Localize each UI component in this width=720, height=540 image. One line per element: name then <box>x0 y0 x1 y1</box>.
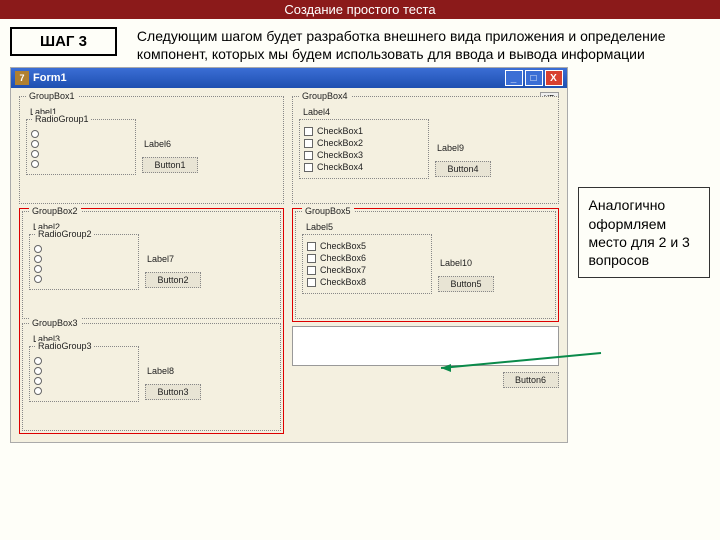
radio-option[interactable] <box>34 255 134 263</box>
radio-option[interactable] <box>31 140 131 148</box>
radio-icon <box>34 255 42 263</box>
radio-option[interactable] <box>34 245 134 253</box>
checkbox8[interactable]: CheckBox8 <box>307 277 427 287</box>
radiogroup2[interactable]: RadioGroup2 <box>29 234 139 290</box>
left-column: GroupBox1 Label1 RadioGroup1 L <box>19 96 284 434</box>
groupbox4-caption: GroupBox4 <box>299 91 351 101</box>
maximize-button[interactable]: □ <box>525 70 543 86</box>
checkbox-icon <box>304 163 313 172</box>
checkbox3[interactable]: CheckBox3 <box>304 150 424 160</box>
checkbox6[interactable]: CheckBox6 <box>307 253 427 263</box>
checkbox-list-4: CheckBox1 CheckBox2 CheckBox3 CheckBox4 <box>299 119 429 179</box>
checkbox7[interactable]: CheckBox7 <box>307 265 427 275</box>
label8: Label8 <box>145 364 176 378</box>
radio-icon <box>34 245 42 253</box>
form-body: GroupBox1 Label1 RadioGroup1 L <box>11 88 567 442</box>
radio-icon <box>34 377 42 385</box>
label6: Label6 <box>142 137 173 151</box>
groupbox5-caption: GroupBox5 <box>302 206 354 216</box>
groupbox1-caption: GroupBox1 <box>26 91 78 101</box>
radiogroup2-caption: RadioGroup2 <box>36 229 94 239</box>
radiogroup3[interactable]: RadioGroup3 <box>29 346 139 402</box>
radio-icon <box>31 160 39 168</box>
button4[interactable]: Button4 <box>435 161 491 177</box>
groupbox3-caption: GroupBox3 <box>29 318 81 328</box>
label10: Label10 <box>438 256 474 270</box>
app-icon: 7 <box>15 71 29 85</box>
checkbox5[interactable]: CheckBox5 <box>307 241 427 251</box>
radiogroup1-caption: RadioGroup1 <box>33 114 91 124</box>
groupbox2[interactable]: GroupBox2 Label2 RadioGroup2 <box>22 211 281 319</box>
radio-option[interactable] <box>34 275 134 283</box>
groupbox4[interactable]: GroupBox4 Label4 CheckBox1 CheckBox2 Che… <box>292 96 559 204</box>
description-text: Следующим шагом будет разработка внешнег… <box>137 27 710 63</box>
radiogroup3-caption: RadioGroup3 <box>36 341 94 351</box>
step-label: ШАГ 3 <box>40 33 87 50</box>
highlight-box-right: GroupBox5 Label5 CheckBox5 CheckBox6 Che… <box>292 208 559 322</box>
radio-icon <box>31 140 39 148</box>
memo-field[interactable] <box>292 326 559 366</box>
radio-option[interactable] <box>31 160 131 168</box>
radio-icon <box>34 367 42 375</box>
header-title: Создание простого теста <box>284 2 435 17</box>
minimize-button[interactable]: _ <box>505 70 523 86</box>
radio-icon <box>34 265 42 273</box>
checkbox-list-5: CheckBox5 CheckBox6 CheckBox7 CheckBox8 <box>302 234 432 294</box>
groupbox2-caption: GroupBox2 <box>29 206 81 216</box>
checkbox-icon <box>307 278 316 287</box>
groupbox3[interactable]: GroupBox3 Label3 RadioGroup3 <box>22 323 281 431</box>
bottom-bar <box>292 326 559 366</box>
button1[interactable]: Button1 <box>142 157 198 173</box>
label9: Label9 <box>435 141 466 155</box>
checkbox-icon <box>307 266 316 275</box>
radio-option[interactable] <box>34 377 134 385</box>
checkbox-icon <box>307 254 316 263</box>
button6[interactable]: Button6 <box>503 372 559 388</box>
groupbox5[interactable]: GroupBox5 Label5 CheckBox5 CheckBox6 Che… <box>295 211 556 319</box>
highlight-box-left: GroupBox2 Label2 RadioGroup2 <box>19 208 284 434</box>
radio-option[interactable] <box>34 265 134 273</box>
checkbox-icon <box>307 242 316 251</box>
radio-icon <box>31 150 39 158</box>
radio-icon <box>34 387 42 395</box>
radio-option[interactable] <box>31 130 131 138</box>
top-row: ШАГ 3 Следующим шагом будет разработка в… <box>0 19 720 67</box>
checkbox-icon <box>304 151 313 160</box>
button2[interactable]: Button2 <box>145 272 201 288</box>
radio-option[interactable] <box>34 357 134 365</box>
label5: Label5 <box>302 222 549 232</box>
radio-icon <box>34 275 42 283</box>
checkbox4[interactable]: CheckBox4 <box>304 162 424 172</box>
window-titlebar[interactable]: 7 Form1 _ □ X <box>11 68 567 88</box>
checkbox2[interactable]: CheckBox2 <box>304 138 424 148</box>
radio-option[interactable] <box>34 367 134 375</box>
checkbox1[interactable]: CheckBox1 <box>304 126 424 136</box>
step-box: ШАГ 3 <box>10 27 117 56</box>
radio-option[interactable] <box>34 387 134 395</box>
radiogroup1[interactable]: RadioGroup1 <box>26 119 136 175</box>
checkbox-icon <box>304 139 313 148</box>
window-title: Form1 <box>33 72 67 84</box>
radio-option[interactable] <box>31 150 131 158</box>
form-screenshot: 7 Form1 _ □ X XP GroupBox1 Label1 <box>10 67 568 443</box>
right-column: GroupBox4 Label4 CheckBox1 CheckBox2 Che… <box>292 96 559 434</box>
close-button[interactable]: X <box>545 70 563 86</box>
page-header: Создание простого теста <box>0 0 720 19</box>
checkbox-icon <box>304 127 313 136</box>
groupbox1[interactable]: GroupBox1 Label1 RadioGroup1 L <box>19 96 284 204</box>
main-area: 7 Form1 _ □ X XP GroupBox1 Label1 <box>0 67 720 443</box>
note-box: Аналогично оформляем место для 2 и 3 воп… <box>578 187 711 278</box>
label4: Label4 <box>299 107 552 117</box>
radio-icon <box>31 130 39 138</box>
button3[interactable]: Button3 <box>145 384 201 400</box>
radio-icon <box>34 357 42 365</box>
label7: Label7 <box>145 252 176 266</box>
note-text: Аналогично оформляем место для 2 и 3 воп… <box>589 197 690 268</box>
button5[interactable]: Button5 <box>438 276 494 292</box>
